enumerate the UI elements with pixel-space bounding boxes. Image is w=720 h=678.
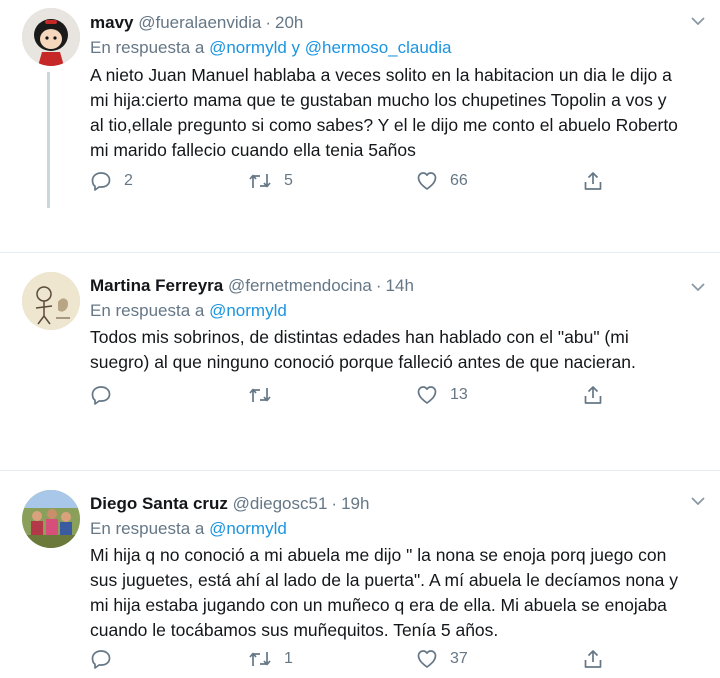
retweet-button[interactable]: 5 — [248, 170, 293, 192]
retweet-count: 1 — [284, 650, 293, 667]
tweet-actions: 1 37 — [90, 648, 620, 672]
retweet-icon — [249, 174, 271, 188]
share-button[interactable] — [582, 384, 604, 406]
reply-context: En respuesta a @normyld y @hermoso_claud… — [90, 38, 452, 58]
mention-link[interactable]: @normyld — [209, 301, 287, 320]
reply-prefix: En respuesta a — [90, 38, 210, 57]
mention-link[interactable]: @normyld — [209, 38, 287, 57]
reply-context: En respuesta a @normyld — [90, 519, 287, 539]
like-button[interactable]: 66 — [416, 170, 468, 192]
tweet-actions: 13 — [90, 384, 620, 408]
reply-icon — [91, 650, 111, 669]
reply-icon — [91, 386, 111, 405]
like-count: 66 — [450, 172, 468, 189]
mention-link[interactable]: @normyld — [209, 519, 287, 538]
retweet-icon — [249, 388, 271, 402]
display-name[interactable]: mavy — [90, 13, 133, 32]
reply-count: 2 — [124, 172, 133, 189]
reply-button[interactable] — [90, 648, 124, 670]
share-icon — [584, 650, 602, 668]
like-button[interactable]: 37 — [416, 648, 468, 670]
tweet-header: mavy @fueralaenvidia · 20h — [90, 13, 304, 32]
thread-line — [47, 72, 50, 208]
share-icon — [584, 386, 602, 404]
share-icon — [584, 172, 602, 190]
reply-prefix: En respuesta a — [90, 301, 210, 320]
display-name[interactable]: Diego Santa cruz — [90, 494, 228, 513]
retweet-count: 5 — [284, 172, 293, 189]
retweet-icon — [249, 652, 271, 666]
tweet-header: Martina Ferreyra @fernetmendocina · 14h — [90, 276, 414, 295]
retweet-button[interactable] — [248, 384, 284, 406]
like-button[interactable]: 13 — [416, 384, 468, 406]
heart-icon — [417, 386, 437, 404]
chevron-down-icon[interactable] — [690, 14, 706, 28]
chevron-down-icon[interactable] — [690, 280, 706, 294]
reply-context: En respuesta a @normyld — [90, 301, 287, 321]
tweet-header: Diego Santa cruz @diegosc51 · 19h — [90, 494, 370, 513]
tweet-2[interactable]: Martina Ferreyra @fernetmendocina · 14h En… — [0, 253, 720, 431]
tweet-text: Mi hija q no conoció a mi abuela me dijo… — [90, 545, 678, 640]
share-button[interactable] — [582, 170, 604, 192]
reply-prefix: En respuesta a — [90, 519, 210, 538]
reply-button[interactable]: 2 — [90, 170, 133, 192]
mention-link[interactable]: @hermoso_claudia — [305, 38, 452, 57]
tweet-text: A nieto Juan Manuel hablaba a veces soli… — [90, 65, 678, 160]
retweet-button[interactable]: 1 — [248, 648, 293, 670]
timestamp[interactable]: 14h — [386, 276, 414, 295]
group-photo-avatar-icon[interactable] — [22, 490, 80, 548]
reply-icon — [91, 172, 111, 191]
reply-button[interactable] — [90, 384, 124, 406]
mafalda-avatar-icon[interactable] — [22, 8, 80, 66]
user-handle[interactable]: @diegosc51 — [233, 494, 328, 513]
heart-icon — [417, 650, 437, 668]
tweet-text: Todos mis sobrinos, de distintas edades … — [90, 327, 636, 372]
like-count: 37 — [450, 650, 468, 667]
mention-join: y — [286, 38, 305, 57]
chevron-down-icon[interactable] — [690, 494, 706, 508]
like-count: 13 — [450, 386, 468, 403]
user-handle[interactable]: @fueralaenvidia — [138, 13, 261, 32]
timestamp[interactable]: 20h — [275, 13, 303, 32]
user-handle[interactable]: @fernetmendocina — [228, 276, 372, 295]
display-name[interactable]: Martina Ferreyra — [90, 276, 223, 295]
heart-icon — [417, 172, 437, 190]
tweet-3[interactable]: Diego Santa cruz @diegosc51 · 19h En respu… — [0, 471, 720, 678]
drawing-avatar-icon[interactable] — [22, 272, 80, 330]
share-button[interactable] — [582, 648, 604, 670]
timestamp[interactable]: 19h — [341, 494, 369, 513]
tweet-actions: 2 5 66 — [90, 170, 620, 194]
tweet-1[interactable]: mavy @fueralaenvidia · 20h En respuesta a … — [0, 0, 720, 238]
